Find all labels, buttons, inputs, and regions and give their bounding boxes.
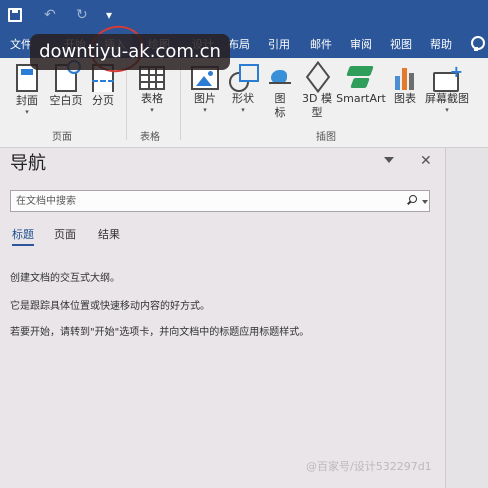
chart-button[interactable]: 图表: [390, 64, 420, 106]
close-icon[interactable]: ✕: [420, 153, 432, 169]
active-tab-indicator: [12, 244, 34, 246]
pictures-button[interactable]: 图片 ▾: [188, 66, 222, 114]
lightbulb-icon[interactable]: [470, 36, 485, 52]
group-label-tables: 表格: [140, 132, 160, 143]
shapes-icon: [229, 64, 259, 92]
ribbon-separator: [126, 62, 127, 140]
pane-options-icon[interactable]: [384, 157, 394, 163]
footer-watermark: @百家号/设计532297d1: [306, 460, 432, 473]
nav-help-text: 它是跟踪具体位置或快速移动内容的好方式。: [10, 301, 210, 312]
document-area[interactable]: [445, 148, 488, 488]
dropdown-arrow-icon: ▾: [203, 106, 207, 114]
customize-icon[interactable]: ▾: [106, 6, 112, 24]
screenshot-button[interactable]: 屏幕截图 ▾: [422, 62, 472, 114]
screenshot-icon: [433, 62, 463, 92]
save-icon[interactable]: [8, 8, 22, 22]
3d-models-button[interactable]: 3D 模 型: [298, 64, 336, 120]
3d-model-icon: [304, 64, 330, 90]
cover-page-button[interactable]: 封面 ▾: [10, 64, 44, 116]
navigation-pane: 导航 ✕ 标题 页面 结果 创建文档的交互式大纲。 它是跟踪具体位置或快速移动内…: [0, 148, 445, 488]
search-input[interactable]: [11, 191, 401, 211]
tab-review[interactable]: 审阅: [350, 37, 372, 53]
tab-layout[interactable]: 布局: [228, 37, 250, 53]
dropdown-arrow-icon: ▾: [150, 106, 154, 114]
chevron-down-icon[interactable]: [422, 200, 428, 204]
tab-view[interactable]: 视图: [390, 37, 412, 53]
search-box: [10, 190, 430, 212]
undo-icon[interactable]: ↶: [44, 6, 56, 24]
dropdown-arrow-icon: ▾: [241, 106, 245, 114]
blank-page-button[interactable]: 空白页: [46, 60, 86, 108]
nav-help-text: 若要开始，请转到"开始"选项卡，并向文档中的标题应用标题样式。: [10, 327, 310, 338]
nav-pane-title: 导航: [10, 153, 46, 174]
smartart-button[interactable]: SmartArt: [336, 64, 386, 106]
group-label-illustrations: 插图: [316, 132, 336, 143]
tab-file[interactable]: 文件: [10, 37, 32, 53]
smartart-icon: [346, 64, 376, 90]
dropdown-arrow-icon: ▾: [25, 108, 29, 116]
search-icon[interactable]: [407, 195, 417, 205]
tab-help[interactable]: 帮助: [430, 37, 452, 53]
redo-icon[interactable]: ↻: [76, 6, 88, 24]
watermark-banner: downtiyu-ak.com.cn: [30, 34, 230, 70]
icons-button[interactable]: 图 标: [266, 64, 294, 120]
icons-icon: [267, 64, 293, 90]
ribbon: 封面 ▾ 空白页 分页 页面 表格 ▾ 表格 图片 ▾ 形状 ▾ 图 标 3D …: [0, 58, 488, 148]
dropdown-arrow-icon: ▾: [445, 106, 449, 114]
title-bar: ↶ ↻ ▾: [0, 0, 488, 32]
shapes-button[interactable]: 形状 ▾: [226, 64, 260, 114]
tab-headings[interactable]: 标题: [12, 228, 34, 242]
chart-icon: [392, 64, 418, 90]
tab-pages[interactable]: 页面: [54, 228, 76, 242]
ribbon-separator: [180, 62, 181, 140]
table-button[interactable]: 表格 ▾: [136, 66, 168, 114]
tab-mailings[interactable]: 邮件: [310, 37, 332, 53]
tab-results[interactable]: 结果: [98, 228, 120, 242]
nav-help-text: 创建文档的交互式大纲。: [10, 273, 120, 284]
tab-references[interactable]: 引用: [268, 37, 290, 53]
group-label-pages: 页面: [52, 132, 72, 143]
